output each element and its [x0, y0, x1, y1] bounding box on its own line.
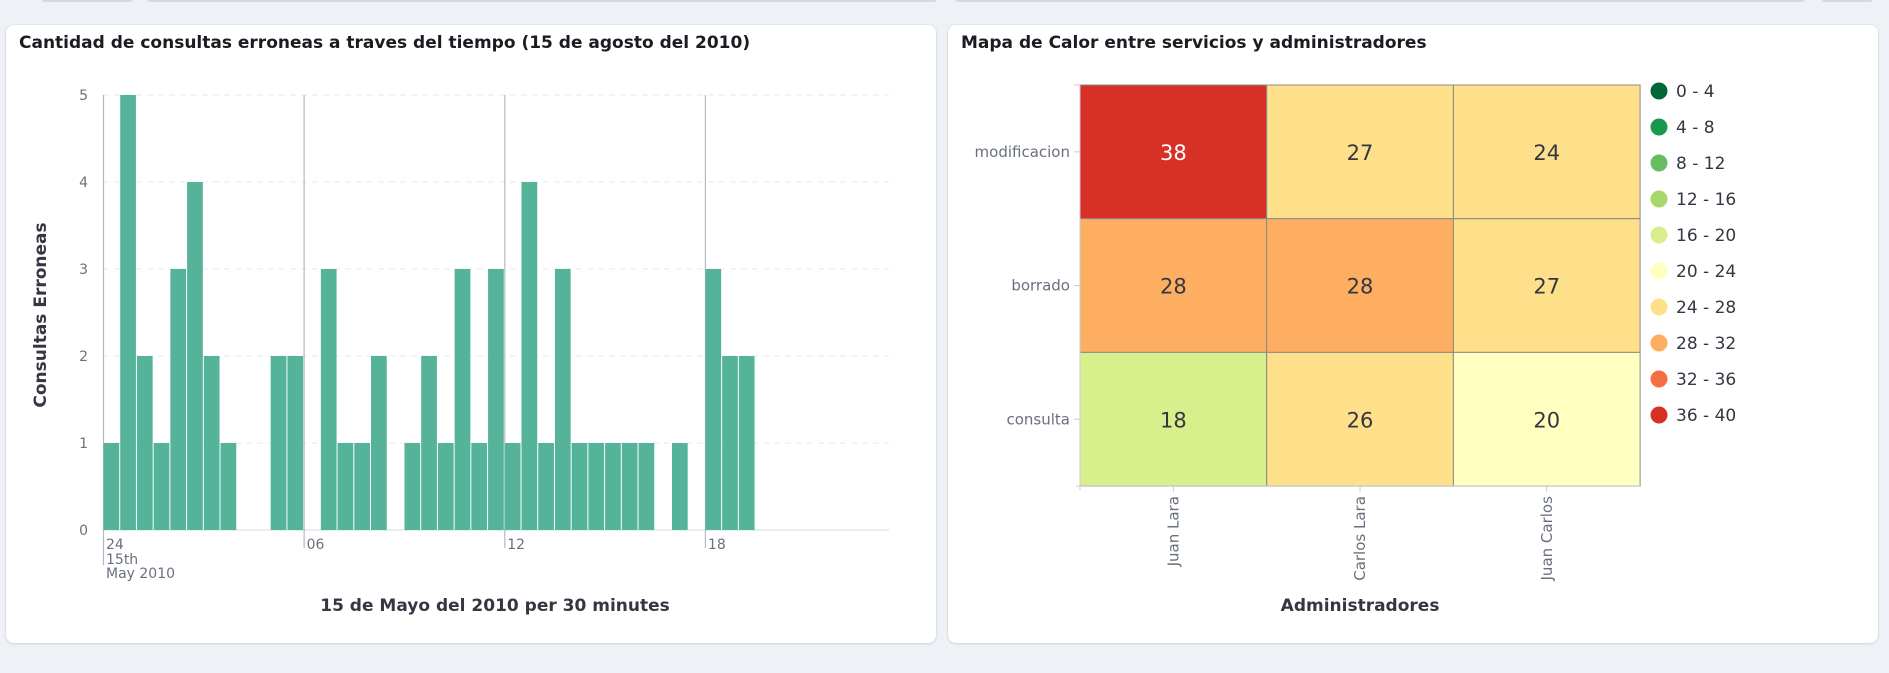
legend-label: 24 - 28 [1676, 298, 1736, 318]
bar [638, 443, 655, 530]
cell-value-label: 28 [1347, 275, 1374, 299]
legend-swatch [1650, 298, 1668, 316]
bar [705, 269, 722, 530]
bar [320, 269, 337, 530]
legend-swatch [1650, 406, 1668, 424]
bar [120, 95, 136, 530]
bar-chart: 0123452415thMay 201006 12 1815 de Mayo del… [31, 88, 889, 616]
legend-label: 28 - 32 [1676, 334, 1736, 354]
cell-value-label: 28 [1160, 275, 1187, 299]
legend-swatch [1650, 154, 1668, 172]
legend-label: 32 - 36 [1676, 370, 1736, 390]
bar [270, 356, 287, 530]
x-tick-sublabel: May 2010 [106, 566, 175, 582]
legend-swatch [1650, 190, 1668, 208]
x-tick-label: Juan Lara [1164, 496, 1182, 567]
bar [488, 269, 504, 530]
bar [521, 182, 538, 530]
legend-swatch [1650, 334, 1668, 352]
bar [203, 356, 220, 530]
bar [671, 443, 688, 530]
y-tick-label: 2 [79, 349, 88, 365]
bar [454, 269, 471, 530]
y-tick-label: 3 [79, 262, 88, 278]
y-tick-label: borrado [1011, 277, 1070, 295]
y-tick-label: 0 [79, 523, 88, 539]
x-axis-title: 15 de Mayo del 2010 per 30 minutes [320, 596, 670, 616]
legend-swatch [1650, 118, 1668, 136]
x-axis-title: Administradores [1281, 596, 1440, 616]
cell-value-label: 24 [1533, 141, 1560, 165]
x-tick-label: 06 [307, 537, 325, 553]
cell-value-label: 27 [1533, 275, 1560, 299]
bar [504, 443, 521, 530]
bar [103, 443, 120, 530]
legend-swatch [1650, 226, 1668, 244]
y-tick-label: consulta [1007, 410, 1071, 428]
y-tick-label: 1 [79, 436, 88, 452]
bar [337, 443, 354, 530]
bar [187, 182, 203, 530]
x-tick-label: Juan Carlos [1538, 496, 1556, 582]
bar [136, 356, 153, 530]
bar [722, 356, 738, 530]
x-tick-label: 24 [106, 537, 124, 553]
legend-label: 16 - 20 [1676, 226, 1736, 246]
bar [538, 443, 554, 530]
bar [287, 356, 304, 530]
bar [404, 443, 421, 530]
legend-label: 8 - 12 [1676, 154, 1725, 174]
bar [471, 443, 488, 530]
bar [371, 356, 387, 530]
cell-value-label: 18 [1160, 408, 1187, 432]
legend-label: 0 - 4 [1676, 82, 1715, 102]
bar [554, 269, 571, 530]
bar [170, 269, 187, 530]
heatmap-panel: Mapa de Calor entre servicios y administ… [948, 25, 1878, 643]
bar [738, 356, 755, 530]
errors-over-time-panel: Cantidad de consultas erroneas a traves … [6, 25, 936, 643]
y-tick-label: 4 [79, 175, 88, 191]
legend-swatch [1650, 82, 1668, 100]
bar [220, 443, 237, 530]
legend-label: 20 - 24 [1676, 262, 1736, 282]
heatmap-chart: 38 27 24 28 28 27 18 26 20 modificacion borrado con… [975, 82, 1737, 616]
legend-swatch [1650, 370, 1668, 388]
y-axis-title: Consultas Erroneas [31, 222, 51, 407]
x-tick-label: Carlos Lara [1351, 496, 1369, 581]
legend-label: 12 - 16 [1676, 190, 1736, 210]
bar [421, 356, 437, 530]
cell-value-label: 27 [1347, 141, 1374, 165]
x-tick-label: 18 [708, 537, 726, 553]
y-tick-label: 5 [79, 88, 88, 104]
cell-value-label: 38 [1160, 141, 1187, 165]
legend-label: 36 - 40 [1676, 406, 1736, 426]
bar [153, 443, 170, 530]
bar [354, 443, 371, 530]
top-strip [0, 0, 1889, 2]
bar [437, 443, 454, 530]
cell-value-label: 26 [1347, 408, 1374, 432]
bar [621, 443, 638, 530]
x-tick-label: 12 [507, 537, 525, 553]
bar [605, 443, 621, 530]
cell-value-label: 20 [1533, 408, 1560, 432]
bar [571, 443, 588, 530]
y-tick-label: modificacion [975, 143, 1070, 161]
bar [588, 443, 605, 530]
legend-swatch [1650, 262, 1668, 280]
legend-label: 4 - 8 [1676, 118, 1715, 138]
